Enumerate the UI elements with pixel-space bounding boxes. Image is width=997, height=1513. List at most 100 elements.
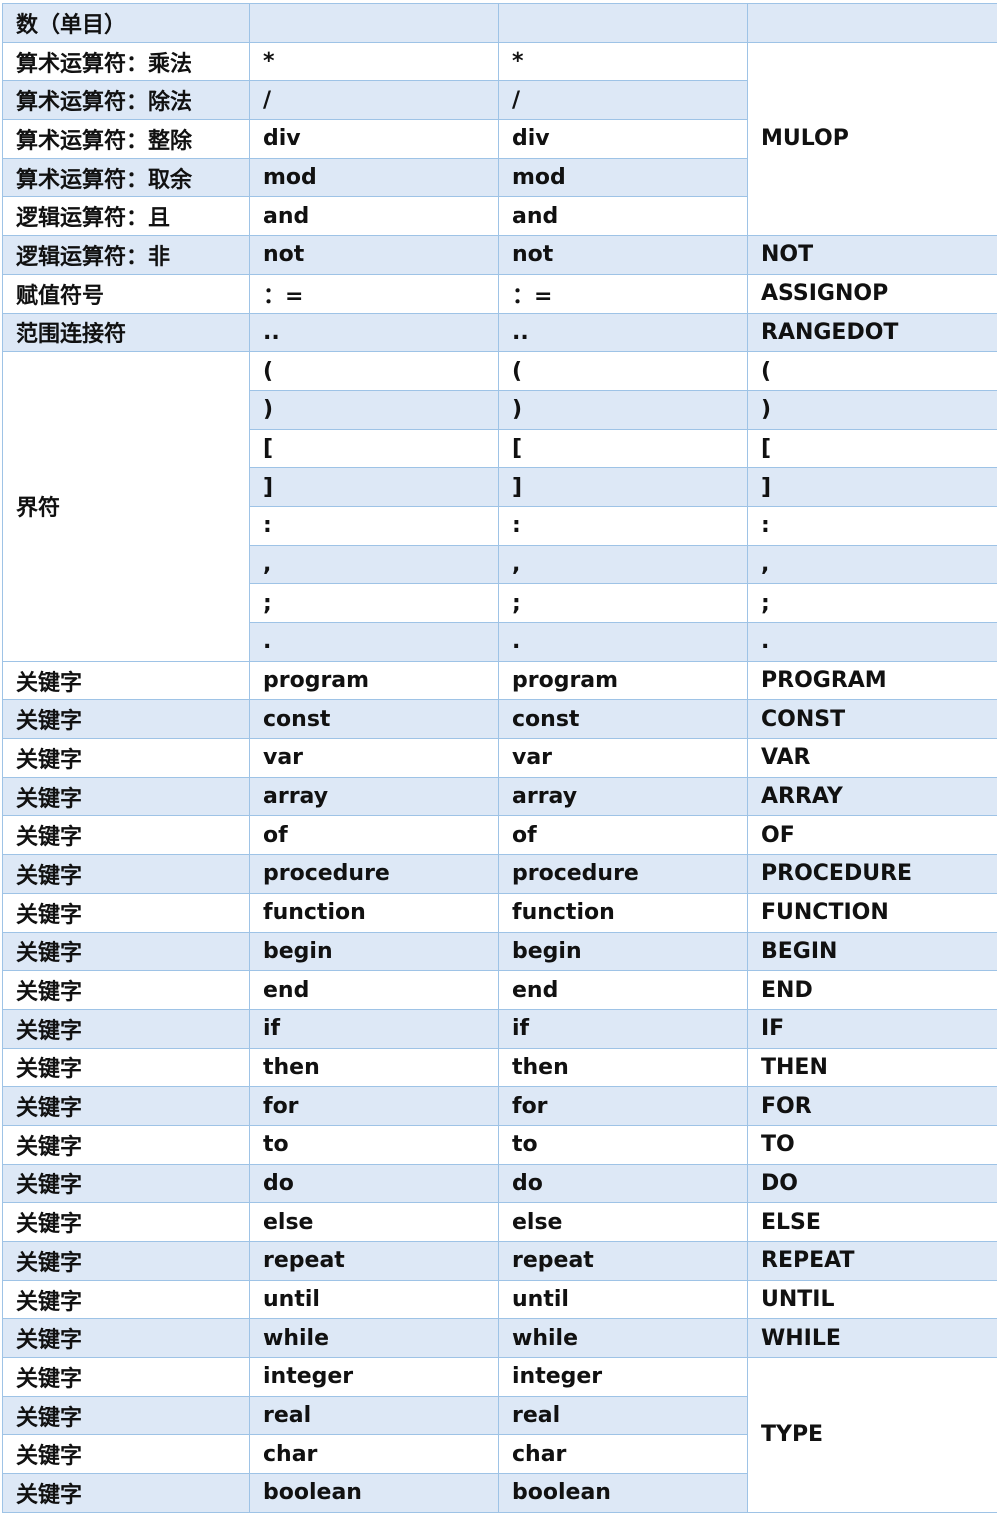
symbol-cell: then (249, 1047, 499, 1088)
category-cell: 关键字 (2, 1241, 250, 1281)
lexeme-cell: not (498, 235, 748, 275)
symbol-cell: until (249, 1279, 499, 1320)
token-cell: : (747, 505, 997, 546)
category-cell: 范围连接符 (2, 312, 250, 353)
category-cell: 算术运算符：取余 (2, 157, 250, 198)
lexeme-cell: ：= (498, 273, 748, 314)
category-cell: 关键字 (2, 1086, 250, 1126)
token-cell: RANGEDOT (747, 312, 997, 353)
lexeme-cell: ) (498, 389, 748, 430)
symbol-cell: : (249, 505, 499, 546)
lexeme-cell: div (498, 119, 748, 159)
token-cell: ARRAY (747, 776, 997, 817)
token-cell: ; (747, 583, 997, 623)
token-cell: THEN (747, 1047, 997, 1088)
symbol-cell: program (249, 660, 499, 701)
table-row: 关键字 do do DO (2, 1163, 997, 1204)
symbol-cell: and (249, 196, 499, 237)
category-cell: 算术运算符：乘法 (2, 41, 250, 82)
table-row: 关键字 function function FUNCTION (2, 892, 997, 933)
category-cell: 关键字 (2, 699, 250, 740)
symbol-cell: begin (249, 931, 499, 972)
lexeme-cell: else (498, 1202, 748, 1242)
table-row: 关键字 while while WHILE (2, 1318, 997, 1359)
table-row: 界符 ( ( ( (2, 351, 997, 662)
token-cell: ] (747, 467, 997, 507)
category-cell: 算术运算符：整除 (2, 119, 250, 159)
lexeme-cell: procedure (498, 854, 748, 894)
lexeme-cell: while (498, 1318, 748, 1359)
token-cell: PROCEDURE (747, 854, 997, 894)
symbol-cell: repeat (249, 1241, 499, 1281)
table-row: 关键字 begin begin BEGIN (2, 931, 997, 972)
lexeme-cell: of (498, 815, 748, 856)
table-row: 数（单目） (2, 3, 997, 43)
token-cell: DO (747, 1163, 997, 1204)
table-row: 算术运算符：乘法 * * MULOP (2, 41, 997, 237)
lexeme-cell: * (498, 41, 748, 82)
category-cell: 关键字 (2, 1163, 250, 1204)
token-cell: CONST (747, 699, 997, 740)
category-cell: 界符 (2, 351, 250, 662)
symbol-cell: var (249, 738, 499, 778)
token-table-body: 数（单目） 算术运算符：乘法 * * MULOP 算术运算符：除法 / / 算术… (2, 3, 997, 1513)
table-row: 关键字 end end END (2, 970, 997, 1010)
lexeme-cell: ( (498, 351, 748, 391)
symbol-cell: mod (249, 157, 499, 198)
category-cell: 关键字 (2, 815, 250, 856)
category-cell: 关键字 (2, 1395, 250, 1436)
lexeme-cell: array (498, 776, 748, 817)
table-row: 关键字 integer integer TYPE (2, 1357, 997, 1513)
lexeme-cell: [ (498, 428, 748, 469)
token-cell: , (747, 544, 997, 585)
token-cell: ( (747, 351, 997, 391)
symbol-cell: if (249, 1008, 499, 1049)
category-cell: 关键字 (2, 1124, 250, 1165)
token-cell: MULOP (747, 41, 997, 237)
symbol-cell: of (249, 815, 499, 856)
symbol-cell: char (249, 1434, 499, 1475)
symbol-cell: div (249, 119, 499, 159)
category-cell: 赋值符号 (2, 273, 250, 314)
category-cell: 关键字 (2, 854, 250, 894)
lexeme-cell: if (498, 1008, 748, 1049)
symbol-cell: while (249, 1318, 499, 1359)
token-cell: [ (747, 428, 997, 469)
category-cell: 关键字 (2, 1279, 250, 1320)
symbol-cell: not (249, 235, 499, 275)
table-row: 逻辑运算符：非 not not NOT (2, 235, 997, 275)
symbol-cell: ( (249, 351, 499, 391)
symbol-cell: to (249, 1124, 499, 1165)
symbol-cell: end (249, 970, 499, 1010)
symbol-cell: / (249, 80, 499, 121)
lexeme-cell: end (498, 970, 748, 1010)
lexeme-cell: .. (498, 312, 748, 353)
token-cell: TO (747, 1124, 997, 1165)
table-row: 关键字 to to TO (2, 1124, 997, 1165)
symbol-cell: integer (249, 1357, 499, 1397)
token-cell: . (747, 622, 997, 662)
category-cell: 关键字 (2, 1202, 250, 1242)
lexeme-cell: mod (498, 157, 748, 198)
symbol-cell: ) (249, 389, 499, 430)
symbol-cell: do (249, 1163, 499, 1204)
category-cell: 关键字 (2, 776, 250, 817)
category-cell: 关键字 (2, 1008, 250, 1049)
table-row: 关键字 else else ELSE (2, 1202, 997, 1242)
table-row: 关键字 if if IF (2, 1008, 997, 1049)
table-row: 关键字 then then THEN (2, 1047, 997, 1088)
token-cell: PROGRAM (747, 660, 997, 701)
category-cell: 关键字 (2, 1434, 250, 1475)
token-cell: REPEAT (747, 1241, 997, 1281)
token-table: 数（单目） 算术运算符：乘法 * * MULOP 算术运算符：除法 / / 算术… (2, 3, 997, 1513)
table-row: 关键字 var var VAR (2, 738, 997, 778)
table-row: 关键字 of of OF (2, 815, 997, 856)
lexeme-cell: const (498, 699, 748, 740)
lexeme-cell: to (498, 1124, 748, 1165)
symbol-cell: function (249, 892, 499, 933)
symbol-cell: boolean (249, 1473, 499, 1513)
lexeme-cell: for (498, 1086, 748, 1126)
lexeme-cell: program (498, 660, 748, 701)
symbol-cell: for (249, 1086, 499, 1126)
symbol-cell: real (249, 1395, 499, 1436)
